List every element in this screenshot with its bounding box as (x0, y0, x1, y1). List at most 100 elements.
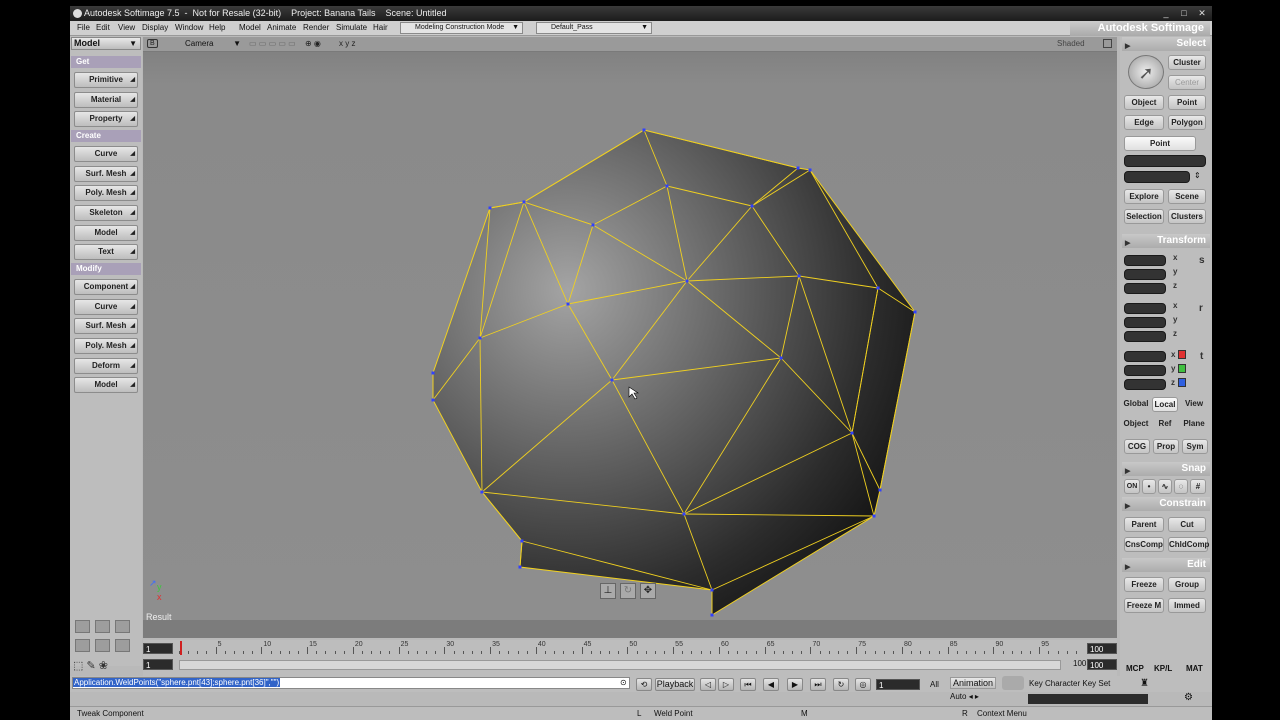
mesh-vertex[interactable] (642, 128, 646, 132)
playhead[interactable] (180, 641, 182, 655)
layout-single-icon[interactable] (75, 620, 90, 633)
select-tool-icon[interactable]: ⬚ (73, 660, 83, 672)
mesh-vertex[interactable] (518, 565, 522, 569)
ref-button[interactable]: Ref (1152, 417, 1178, 432)
snap-grid-button-icon[interactable]: # (1190, 479, 1206, 494)
viewport-3d[interactable]: B Camera ▼ ▭ ▭ ▭ ▭ ▭ ⊕ ◉ x y z Shaded y … (143, 37, 1117, 638)
mesh-vertex[interactable] (478, 336, 482, 340)
layout-tree-icon[interactable] (95, 639, 110, 652)
mesh-vertex[interactable] (710, 613, 714, 617)
playback-button[interactable]: Playback (655, 678, 695, 691)
start-frame-field[interactable]: 1 (143, 643, 173, 654)
mesh-vertex[interactable] (480, 490, 484, 494)
construction-mode-dropdown[interactable]: Modeling Construction Mode ▼ (400, 22, 523, 34)
character-key-icon[interactable]: ♜ (1140, 678, 1149, 689)
global-button[interactable]: Global (1122, 397, 1150, 412)
freeze-button[interactable]: Freeze (1124, 577, 1164, 592)
menu-animate[interactable]: Animate (267, 23, 296, 32)
mesh-vertex[interactable] (913, 310, 917, 314)
snap-grid-icon[interactable]: ⊥ (600, 583, 616, 599)
transform-header[interactable]: ▶ Transform (1122, 234, 1210, 248)
menu-display[interactable]: Display (142, 23, 168, 32)
mesh-vertex[interactable] (488, 206, 492, 210)
translate-y-field[interactable] (1124, 365, 1166, 376)
mesh-vertex[interactable] (797, 274, 801, 278)
realtime-icon[interactable]: ◎ (855, 678, 871, 691)
prop-button[interactable]: Prop (1153, 439, 1179, 454)
mesh-vertex[interactable] (850, 431, 854, 435)
scale-x-field[interactable] (1124, 255, 1166, 266)
module-selector[interactable]: Model ▼ (71, 37, 141, 50)
cnscomp-button[interactable]: CnsComp (1124, 537, 1164, 552)
animation-menu[interactable]: Animation (950, 677, 997, 689)
end-frame-field-2[interactable]: 100 (1087, 659, 1117, 670)
viewport-letter[interactable]: B (147, 39, 158, 48)
center-button[interactable]: Center (1168, 75, 1206, 90)
create-model-button[interactable]: Model ◢ (74, 225, 138, 241)
layout-table-icon[interactable] (115, 639, 130, 652)
maximize-button[interactable]: □ (1178, 8, 1190, 18)
mesh-vertex[interactable] (431, 398, 435, 402)
scale-z-field[interactable] (1124, 283, 1166, 294)
layout-curve-icon[interactable] (75, 639, 90, 652)
layout-quad-icon[interactable] (115, 620, 130, 633)
plane-button[interactable]: Plane (1180, 417, 1208, 432)
filter-point-button[interactable]: Point (1124, 136, 1196, 151)
clusters-button[interactable]: Clusters (1168, 209, 1206, 224)
section-modify[interactable]: Modify (71, 263, 141, 275)
mesh-vertex[interactable] (682, 512, 686, 516)
scale-label[interactable]: s (1199, 255, 1205, 266)
layout-split-icon[interactable] (95, 620, 110, 633)
snap-on-button[interactable]: ON (1124, 479, 1140, 494)
current-frame-field[interactable]: 1 (876, 679, 920, 690)
viewport-canvas[interactable] (143, 37, 1117, 638)
material-button[interactable]: Material ◢ (74, 92, 138, 108)
mesh-vertex[interactable] (872, 514, 876, 518)
mesh-vertex[interactable] (876, 286, 880, 290)
rotate-x-field[interactable] (1124, 303, 1166, 314)
mesh-vertex[interactable] (808, 168, 812, 172)
display-mode-menu[interactable]: Shaded (1057, 39, 1085, 48)
transform-object-button[interactable]: Object (1122, 417, 1150, 432)
tab-mat[interactable]: MAT (1186, 664, 1203, 673)
constrain-header[interactable]: ▶ Constrain (1122, 497, 1210, 511)
menu-window[interactable]: Window (175, 23, 203, 32)
key-icon[interactable] (1002, 676, 1024, 690)
translate-x-field[interactable] (1124, 351, 1166, 362)
auto-key-button[interactable]: Auto ◂ ▸ (950, 692, 979, 701)
menu-simulate[interactable]: Simulate (336, 23, 367, 32)
modify-component-button[interactable]: Component ◢ (74, 279, 138, 295)
axes-label[interactable]: x y z (339, 39, 355, 48)
snap-surface-icon[interactable]: ◌ (1174, 479, 1188, 494)
cut-button[interactable]: Cut (1168, 517, 1206, 532)
create-poly-mesh-button[interactable]: Poly. Mesh ◢ (74, 185, 138, 201)
translate-x-swatch[interactable] (1178, 350, 1186, 359)
mesh-vertex[interactable] (431, 371, 435, 375)
selection-field-1[interactable] (1124, 155, 1206, 167)
mesh-vertex[interactable] (610, 378, 614, 382)
create-surf-mesh-button[interactable]: Surf. Mesh ◢ (74, 166, 138, 182)
explore-button[interactable]: Explore (1124, 189, 1164, 204)
mesh-vertex[interactable] (710, 588, 714, 592)
rotate-label[interactable]: r (1199, 303, 1203, 314)
start-frame-field-2[interactable]: 1 (143, 659, 173, 670)
keyset-dropdown[interactable] (1028, 694, 1148, 704)
first-frame-icon[interactable]: ◁ (700, 678, 716, 691)
playback-menu-icon[interactable]: ⟲ (636, 678, 652, 691)
chldcomp-button[interactable]: ChldComp (1168, 537, 1209, 552)
settings-icon[interactable]: ⚙ (1184, 692, 1193, 703)
mesh-vertex[interactable] (591, 223, 595, 227)
keyset-label[interactable]: Key Character Key Set (1029, 679, 1110, 688)
local-button[interactable]: Local (1152, 397, 1178, 412)
translate-z-swatch[interactable] (1178, 378, 1186, 387)
rotate-view-icon[interactable]: ↻ (620, 583, 636, 599)
select-arrow-button[interactable]: ➚ (1128, 55, 1164, 89)
menu-view[interactable]: View (118, 23, 135, 32)
pan-view-icon[interactable]: ✥ (640, 583, 656, 599)
menu-model[interactable]: Model (239, 23, 261, 32)
polygon-button[interactable]: Polygon (1168, 115, 1206, 130)
parent-button[interactable]: Parent (1124, 517, 1164, 532)
step-back-icon[interactable]: ◀ (763, 678, 779, 691)
selection-button[interactable]: Selection (1124, 209, 1164, 224)
primitive-button[interactable]: Primitive ◢ (74, 72, 138, 88)
